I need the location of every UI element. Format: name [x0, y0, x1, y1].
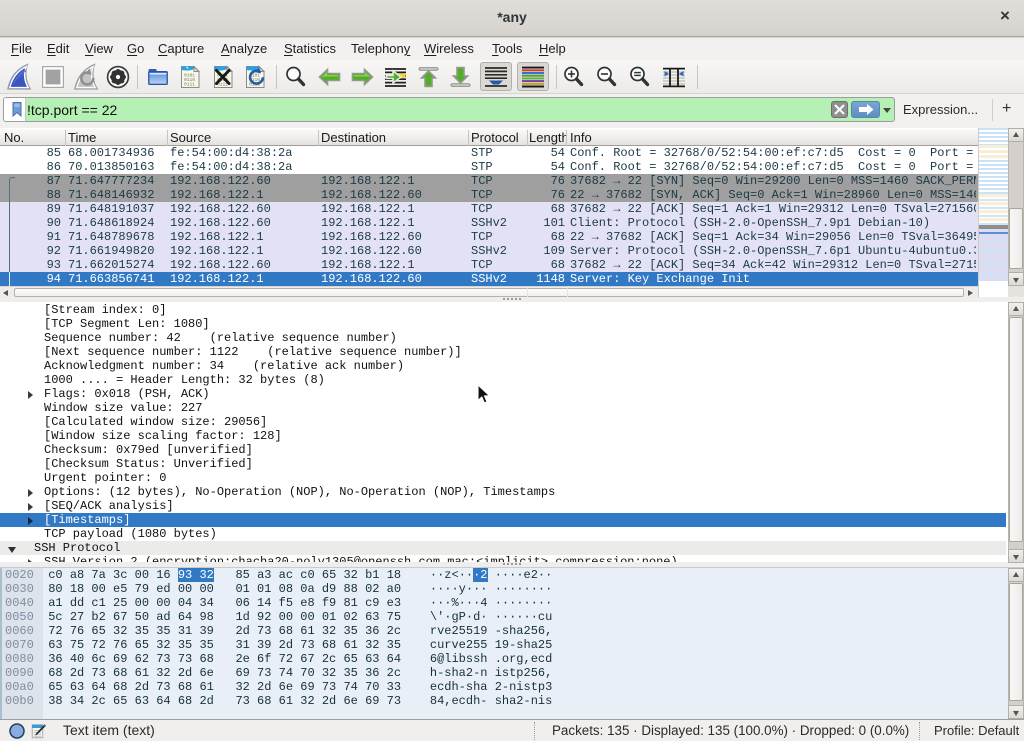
svg-text:0111: 0111	[184, 82, 195, 88]
